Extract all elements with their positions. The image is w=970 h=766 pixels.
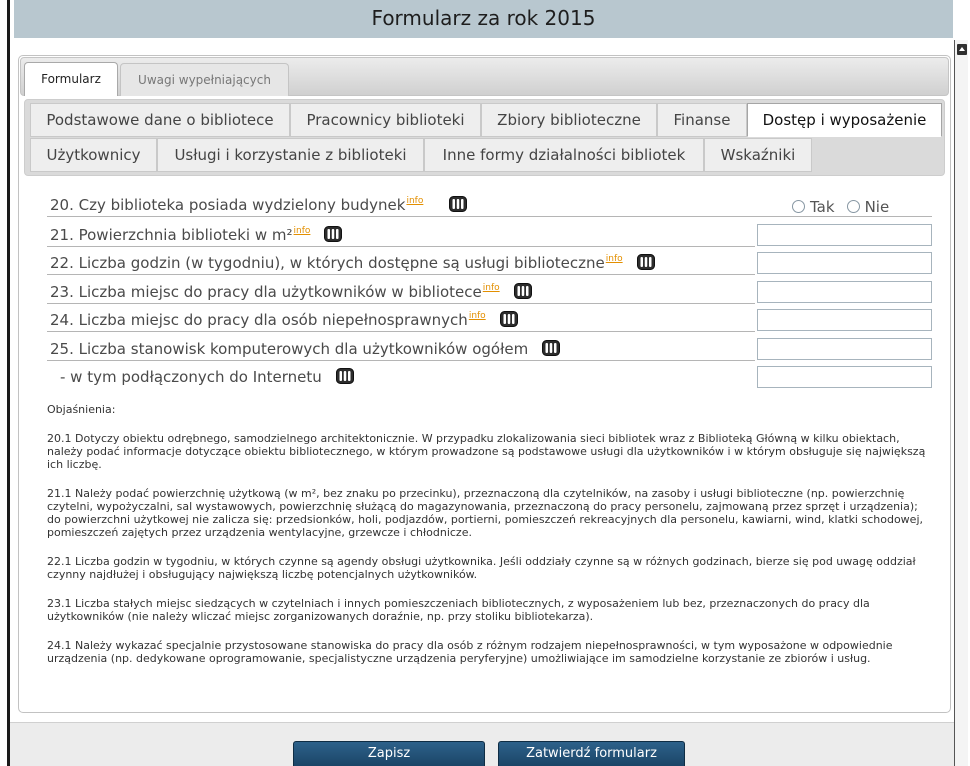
question-row-24: 24. Liczba miejsc do pracy dla osób niep… [47, 309, 932, 332]
tab-uzytkownicy[interactable]: Użytkownicy [30, 138, 157, 172]
tab-formularz[interactable]: Formularz [24, 62, 118, 96]
section-tab-bar: Podstawowe dane o bibliotece Pracownicy … [24, 99, 945, 176]
explanations-heading: Objaśnienia: [47, 403, 116, 416]
tab-pracownicy[interactable]: Pracownicy biblioteki [290, 103, 481, 137]
tab-wskazniki[interactable]: Wskaźniki [704, 138, 812, 172]
internet-stations-input[interactable] [757, 366, 932, 388]
radio-label-tak: Tak [810, 198, 835, 216]
explanation-item: 20.1 Dotyczy obiektu odrębnego, samodzie… [47, 432, 926, 471]
explanation-item: 21.1 Należy podać powierzchnię użytkową … [47, 487, 923, 539]
gus-definition-icon[interactable] [335, 368, 354, 384]
question-row-20: 20. Czy biblioteka posiada wydzielony bu… [47, 194, 932, 217]
building-radio-group: Tak Nie [792, 198, 889, 216]
question-label-cell: 22. Liczba godzin (w tygodniu), w któryc… [47, 252, 755, 275]
tab-dostep-i-wyposazenie[interactable]: Dostęp i wyposażenie [747, 103, 942, 137]
question-label: 20. Czy biblioteka posiada wydzielony bu… [50, 196, 406, 214]
question-row-25-internet: - w tym podłączonych do Internetu [47, 366, 932, 389]
vertical-scrollbar[interactable] [954, 40, 968, 766]
info-link[interactable]: info [483, 283, 500, 293]
disabled-seats-input[interactable] [757, 309, 932, 331]
area-m2-input[interactable] [757, 224, 932, 246]
approve-form-button[interactable]: Zatwierdź formularz [498, 741, 685, 766]
gus-definition-icon[interactable] [449, 196, 468, 212]
radio-label-nie: Nie [864, 198, 890, 216]
question-label-cell: 25. Liczba stanowisk komputerowych dla u… [47, 338, 755, 361]
question-label: 24. Liczba miejsc do pracy dla osób niep… [50, 311, 468, 329]
gus-definition-icon[interactable] [636, 254, 655, 270]
opening-hours-input[interactable] [757, 252, 932, 274]
question-label-cell: 23. Liczba miejsc do pracy dla użytkowni… [47, 281, 755, 304]
computer-stations-input[interactable] [757, 338, 932, 360]
explanation-item: 22.1 Liczba godzin w tygodniu, w których… [47, 555, 916, 581]
question-label: - w tym podłączonych do Internetu [60, 368, 322, 386]
radio-nie[interactable] [846, 200, 860, 213]
question-label: 22. Liczba godzin (w tygodniu), w któryc… [50, 254, 605, 272]
question-label-cell: 24. Liczba miejsc do pracy dla osób niep… [47, 309, 755, 332]
gus-definition-icon[interactable] [542, 340, 561, 356]
radio-tak[interactable] [792, 200, 805, 213]
question-label: 21. Powierzchnia biblioteki w m² [50, 226, 293, 244]
tab-finanse[interactable]: Finanse [657, 103, 747, 137]
user-seats-input[interactable] [757, 281, 932, 303]
window-left-border [7, 0, 10, 766]
save-button[interactable]: Zapisz [293, 741, 485, 766]
question-label-cell: - w tym podłączonych do Internetu [47, 366, 755, 388]
info-link[interactable]: info [606, 254, 623, 264]
question-label-cell: 21. Powierzchnia biblioteki w m²info [47, 224, 755, 247]
question-row-21: 21. Powierzchnia biblioteki w m²info [47, 224, 932, 247]
info-link[interactable]: info [469, 311, 486, 321]
tab-inne-formy[interactable]: Inne formy działalności bibliotek [424, 138, 704, 172]
scroll-up-arrow-icon[interactable] [957, 44, 967, 55]
tab-uwagi-wypelniajacych[interactable]: Uwagi wypełniających [120, 63, 289, 96]
question-row-23: 23. Liczba miejsc do pracy dla użytkowni… [47, 281, 932, 304]
gus-definition-icon[interactable] [513, 283, 532, 299]
tab-uslugi[interactable]: Usługi i korzystanie z biblioteki [157, 138, 424, 172]
gus-definition-icon[interactable] [499, 311, 518, 327]
question-label: 23. Liczba miejsc do pracy dla użytkowni… [50, 283, 482, 301]
tab-zbiory[interactable]: Zbiory biblioteczne [481, 103, 657, 137]
gus-definition-icon[interactable] [324, 226, 343, 242]
info-link[interactable]: info [406, 196, 423, 206]
info-link[interactable]: info [294, 226, 311, 236]
question-row-22: 22. Liczba godzin (w tygodniu), w któryc… [47, 252, 932, 275]
tab-podstawowe-dane[interactable]: Podstawowe dane o bibliotece [30, 103, 290, 137]
explanations: Objaśnienia: 20.1 Dotyczy obiektu odrębn… [47, 403, 934, 681]
question-row-25: 25. Liczba stanowisk komputerowych dla u… [47, 338, 932, 361]
question-label: 25. Liczba stanowisk komputerowych dla u… [50, 340, 529, 358]
page-title: Formularz za rok 2015 [14, 0, 953, 38]
explanation-item: 23.1 Liczba stałych miejsc siedzących w … [47, 597, 870, 623]
explanation-item: 24.1 Należy wykazać specjalnie przystoso… [47, 639, 893, 665]
